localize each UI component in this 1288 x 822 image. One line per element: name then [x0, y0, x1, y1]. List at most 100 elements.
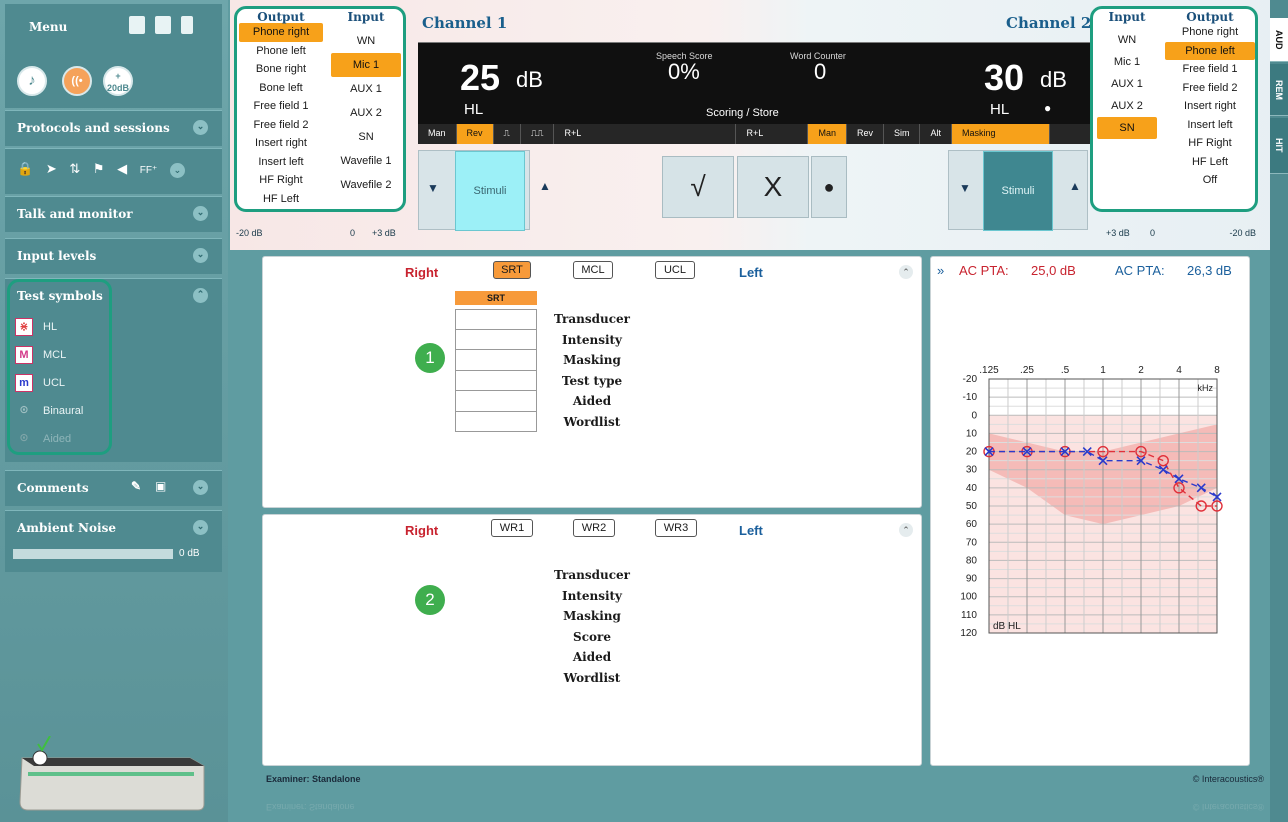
- chevron-down-icon[interactable]: ⌄: [193, 206, 208, 221]
- level-up-icon[interactable]: ▲: [1069, 179, 1081, 193]
- print-icon[interactable]: [129, 16, 145, 34]
- io-option[interactable]: HF Right: [239, 171, 323, 190]
- tab-ucl[interactable]: UCL: [655, 261, 695, 279]
- symbol-item[interactable]: m UCL: [5, 369, 222, 397]
- mode-option[interactable]: Sim: [884, 124, 921, 144]
- tab-wr3[interactable]: WR3: [655, 519, 697, 537]
- io-option[interactable]: Wavefile 1: [331, 149, 401, 173]
- io-option[interactable]: Phone left: [239, 42, 323, 61]
- mode-option[interactable]: Man: [808, 124, 847, 144]
- level-down-icon[interactable]: ▼: [427, 181, 439, 195]
- lock-icon[interactable]: 🔒: [17, 161, 33, 177]
- chevron-down-icon[interactable]: ⌄: [193, 248, 208, 263]
- ff-label[interactable]: FF⁺: [140, 165, 158, 176]
- channel1-slider[interactable]: -20 dB 0 +3 dB: [234, 228, 406, 238]
- chevron-down-icon[interactable]: ⌄: [169, 163, 185, 178]
- mode-option[interactable]: Masking: [952, 124, 1050, 144]
- wrong-button[interactable]: X: [737, 156, 809, 218]
- io-option[interactable]: SN: [331, 125, 401, 149]
- tab-rem[interactable]: REM: [1270, 64, 1288, 116]
- tab-aud[interactable]: AUD: [1270, 18, 1288, 62]
- tab-wr1[interactable]: WR1: [491, 519, 533, 537]
- sound-wave-icon[interactable]: ((•: [62, 66, 92, 96]
- symbol-item[interactable]: ⋇ HL: [5, 313, 222, 341]
- io-option[interactable]: AUX 1: [1097, 73, 1157, 95]
- swap-icon[interactable]: ⇅: [69, 161, 80, 177]
- mode-option[interactable]: Alt: [920, 124, 952, 144]
- chevron-up-icon[interactable]: ⌃: [193, 288, 208, 303]
- io-option[interactable]: SN: [1097, 117, 1157, 139]
- io-option[interactable]: WN: [331, 29, 401, 53]
- io-option[interactable]: Free field 1: [239, 97, 323, 116]
- io-option[interactable]: AUX 1: [331, 77, 401, 101]
- chevron-down-icon[interactable]: ⌄: [193, 520, 208, 535]
- channel2-stimuli-button[interactable]: Stimuli: [983, 151, 1053, 231]
- io-option[interactable]: Bone left: [239, 79, 323, 98]
- comments-section[interactable]: Comments ✎ ▣ ⌄: [5, 470, 222, 506]
- io-option[interactable]: Free field 2: [239, 116, 323, 135]
- expand-icon[interactable]: »: [937, 263, 944, 278]
- io-option[interactable]: Mic 1: [331, 53, 401, 77]
- chevron-down-icon[interactable]: ⌄: [193, 120, 208, 135]
- exit-icon[interactable]: [181, 16, 193, 34]
- io-option[interactable]: Bone right: [239, 60, 323, 79]
- srt-cell[interactable]: [455, 329, 537, 350]
- srt-cell[interactable]: [455, 370, 537, 391]
- mode-option[interactable]: Man: [418, 124, 457, 144]
- save-icon[interactable]: [155, 16, 171, 34]
- io-option[interactable]: Mic 1: [1097, 51, 1157, 73]
- io-option[interactable]: Free field 1: [1165, 60, 1255, 79]
- io-option[interactable]: HF Left: [239, 190, 323, 209]
- symbol-item[interactable]: ⊙ Aided: [5, 425, 222, 453]
- srt-cell[interactable]: [455, 411, 537, 432]
- chevron-down-icon[interactable]: ⌄: [193, 480, 208, 495]
- tab-srt[interactable]: SRT: [493, 261, 531, 279]
- protocols-section[interactable]: Protocols and sessions ⌄: [5, 110, 222, 146]
- io-option[interactable]: Insert right: [1165, 97, 1255, 116]
- srt-cell[interactable]: [455, 309, 537, 330]
- collapse-icon[interactable]: ⌃: [899, 523, 913, 537]
- io-option[interactable]: WN: [1097, 29, 1157, 51]
- io-option[interactable]: AUX 2: [331, 101, 401, 125]
- tab-wr2[interactable]: WR2: [573, 519, 615, 537]
- srt-cell[interactable]: [455, 391, 537, 412]
- mode-option[interactable]: R+L: [736, 124, 809, 144]
- io-option[interactable]: Phone right: [1165, 23, 1255, 42]
- io-option[interactable]: AUX 2: [1097, 95, 1157, 117]
- audiogram-chart[interactable]: .125 .25 .5 1 2 4 8kHz -20 -10 0 10 20 30 40 50 60 70 80 9…: [931, 347, 1249, 767]
- channel2-slider[interactable]: +3 dB 0 -20 dB: [1104, 228, 1258, 238]
- io-option[interactable]: Insert left: [1165, 116, 1255, 135]
- srt-cell[interactable]: [455, 350, 537, 371]
- io-option[interactable]: Phone right: [239, 23, 323, 42]
- tab-hit[interactable]: HIT: [1270, 118, 1288, 174]
- symbol-item[interactable]: M MCL: [5, 341, 222, 369]
- mode-option[interactable]: R+L: [554, 124, 737, 144]
- input-levels-section[interactable]: Input levels ⌄: [5, 238, 222, 274]
- mode-option[interactable]: ⎍⎍: [521, 124, 555, 144]
- note-icon[interactable]: ▣: [155, 479, 166, 493]
- tab-mcl[interactable]: MCL: [573, 261, 613, 279]
- scoring-store-label[interactable]: Scoring / Store: [706, 107, 779, 119]
- talk-section[interactable]: Talk and monitor ⌄: [5, 196, 222, 232]
- channel1-stimuli-button[interactable]: Stimuli: [455, 151, 525, 231]
- music-note-icon[interactable]: ♪: [17, 66, 47, 96]
- record-button[interactable]: ●: [811, 156, 847, 218]
- flag-icon[interactable]: ⚑: [93, 161, 105, 177]
- signature-icon[interactable]: ✎: [131, 479, 141, 493]
- io-option[interactable]: HF Left: [1165, 153, 1255, 172]
- level-up-icon[interactable]: ▲: [539, 179, 551, 193]
- plus-20db-icon[interactable]: +20dB: [103, 66, 133, 96]
- io-option[interactable]: Insert left: [239, 153, 323, 172]
- io-option[interactable]: HF Right: [1165, 134, 1255, 153]
- correct-button[interactable]: √: [662, 156, 734, 218]
- symbol-item[interactable]: ⊙ Binaural: [5, 397, 222, 425]
- io-option[interactable]: Phone left: [1165, 41, 1255, 60]
- arrow-right-icon[interactable]: ➤: [46, 161, 57, 177]
- mode-option[interactable]: Rev: [456, 124, 494, 144]
- io-option[interactable]: Wavefile 2: [331, 173, 401, 197]
- level-down-icon[interactable]: ▼: [959, 181, 971, 195]
- io-option[interactable]: Insert right: [239, 134, 323, 153]
- io-option[interactable]: Off: [1165, 171, 1255, 190]
- speaker-icon[interactable]: ◀: [117, 161, 127, 177]
- mode-option[interactable]: ⎍: [494, 124, 521, 144]
